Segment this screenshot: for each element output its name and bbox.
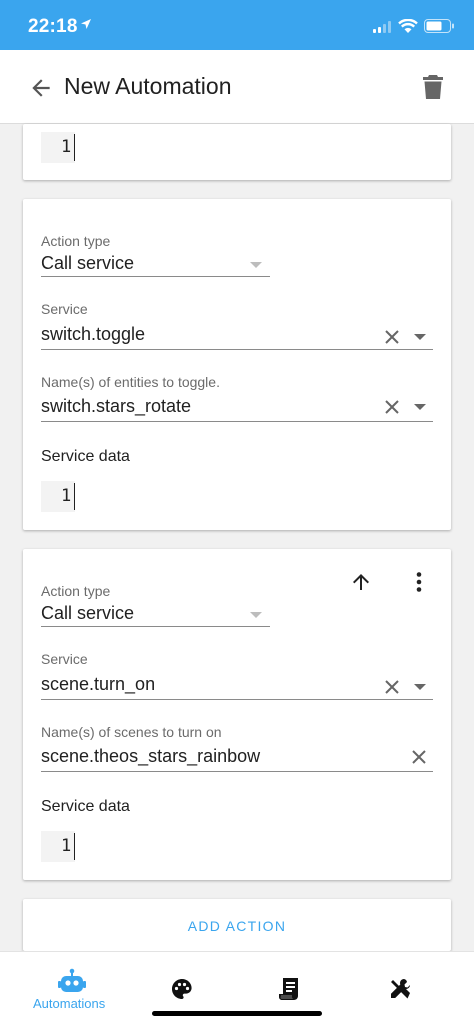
move-up-arrow-icon[interactable]	[349, 570, 373, 594]
action-card-1: 1	[23, 124, 451, 180]
action-card-2: Action type Call service Service switch.…	[23, 199, 451, 530]
text-cursor	[74, 134, 75, 161]
action-card-3: Action type Call service Service scene.t…	[23, 549, 451, 880]
script-icon	[279, 978, 298, 1000]
tab-tools[interactable]	[370, 952, 434, 1025]
dropdown-arrow-icon[interactable]	[414, 404, 426, 410]
clear-icon[interactable]	[411, 749, 427, 765]
add-action-card: ADD ACTION	[23, 899, 451, 951]
action-type-select[interactable]: Call service	[41, 253, 134, 274]
app-bar: New Automation	[0, 50, 474, 124]
wifi-icon	[398, 19, 418, 33]
back-arrow-icon[interactable]	[28, 75, 54, 101]
dropdown-arrow-icon[interactable]	[250, 612, 262, 618]
service-label: Service	[41, 651, 88, 667]
text-cursor	[74, 833, 75, 860]
tab-automations-label: Automations	[33, 996, 106, 1011]
more-vertical-icon[interactable]	[416, 572, 422, 592]
service-data-label: Service data	[41, 448, 130, 465]
location-arrow-icon	[81, 19, 91, 29]
dropdown-arrow-icon[interactable]	[250, 262, 262, 268]
entities-underline	[41, 771, 433, 772]
action-type-label: Action type	[41, 233, 111, 249]
entities-label: Name(s) of scenes to turn on	[41, 724, 222, 740]
service-label: Service	[41, 301, 88, 317]
status-bar: 22:18	[0, 0, 474, 50]
service-input[interactable]: scene.turn_on	[41, 674, 155, 695]
home-indicator	[152, 1011, 322, 1016]
action-type-underline	[41, 626, 270, 627]
service-input[interactable]: switch.toggle	[41, 324, 145, 345]
clear-icon[interactable]	[384, 679, 400, 695]
status-time: 22:18	[28, 16, 78, 37]
add-action-button[interactable]: ADD ACTION	[23, 899, 451, 947]
service-data-editor[interactable]: 1	[41, 132, 75, 163]
tab-automations[interactable]: Automations	[20, 952, 125, 1025]
signal-icon	[373, 21, 391, 33]
dropdown-arrow-icon[interactable]	[414, 334, 426, 340]
entities-label: Name(s) of entities to toggle.	[41, 374, 220, 390]
clear-icon[interactable]	[384, 329, 400, 345]
clear-icon[interactable]	[384, 399, 400, 415]
page-title: New Automation	[64, 73, 232, 99]
action-type-select[interactable]: Call service	[41, 603, 134, 624]
service-data-editor[interactable]: 1	[41, 481, 75, 512]
service-underline	[41, 699, 433, 700]
palette-icon	[172, 979, 192, 999]
dropdown-arrow-icon[interactable]	[414, 684, 426, 690]
delete-icon[interactable]	[421, 74, 445, 100]
entities-input[interactable]: scene.theos_stars_rainbow	[41, 746, 260, 767]
action-type-label: Action type	[41, 583, 111, 599]
text-cursor	[74, 483, 75, 510]
entities-underline	[41, 421, 433, 422]
tools-icon	[391, 979, 410, 999]
robot-icon	[58, 968, 86, 992]
service-data-editor[interactable]: 1	[41, 831, 75, 862]
action-type-underline	[41, 276, 270, 277]
service-underline	[41, 349, 433, 350]
battery-icon	[424, 19, 454, 33]
entities-input[interactable]: switch.stars_rotate	[41, 396, 191, 417]
service-data-label: Service data	[41, 798, 130, 815]
